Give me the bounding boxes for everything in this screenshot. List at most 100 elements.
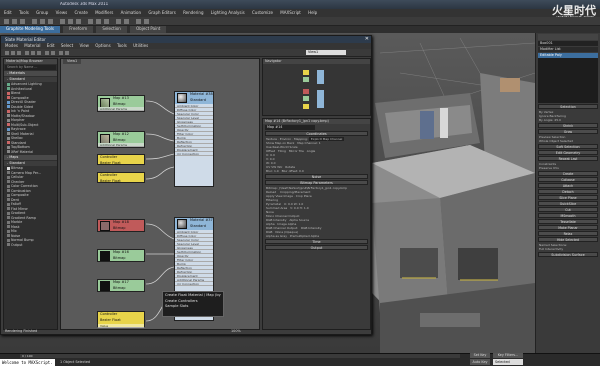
key-filters-button[interactable]: Key Filters... xyxy=(493,353,523,358)
menu-tools[interactable]: Tools xyxy=(19,10,29,15)
node-slot[interactable]: mr Connection xyxy=(175,282,213,286)
node-map-13[interactable]: Map #13 Bitmap Additional Params xyxy=(97,95,145,112)
slice-plane-button[interactable]: Slice Plane xyxy=(538,195,598,200)
node-thumbnail xyxy=(100,221,110,231)
browser-search-input[interactable]: Search by Name ... xyxy=(5,65,56,70)
rollout-time[interactable]: Time xyxy=(265,239,368,244)
menu-create[interactable]: Create xyxy=(75,10,88,15)
menu-views[interactable]: Views xyxy=(56,10,68,15)
cmd-row[interactable]: Full Interactivity xyxy=(539,247,597,251)
node-controller[interactable]: Controller Bezier Float Value xyxy=(97,311,145,328)
ribbon-tabs: Graphite Modeling Tools Freeform Selecti… xyxy=(0,26,600,33)
tab-freeform[interactable]: Freeform xyxy=(63,26,94,33)
relax-button[interactable]: Relax xyxy=(538,231,598,236)
toolbar-icons[interactable] xyxy=(0,17,330,26)
menu-sample-slots[interactable]: Sample Slots xyxy=(165,304,221,310)
node-map-18[interactable]: Map #18 Bitmap xyxy=(97,219,145,232)
browser-section-header[interactable]: - Materials xyxy=(4,71,57,76)
sme-menu-material[interactable]: Material xyxy=(24,43,40,48)
sme-menu-options[interactable]: Options xyxy=(95,43,110,48)
quickslice-button[interactable]: QuickSlice xyxy=(538,201,598,206)
cut-button[interactable]: Cut xyxy=(538,207,598,212)
sme-menu-select[interactable]: Select xyxy=(61,43,73,48)
cmd-row[interactable]: By Angle: 45.0 xyxy=(539,118,597,122)
browser-item[interactable]: XRef Material xyxy=(4,150,57,155)
auto-key-button[interactable]: Auto Key xyxy=(470,359,490,365)
make-planar-button[interactable]: Make Planar xyxy=(538,225,598,230)
shrink-button[interactable]: Shrink xyxy=(538,123,598,128)
repeat-last-button[interactable]: Repeat Last xyxy=(538,156,598,161)
rollout-subdivision-surface[interactable]: Subdivision Surface xyxy=(538,252,598,257)
menu-group[interactable]: Group xyxy=(36,10,48,15)
grow-button[interactable]: Grow xyxy=(538,129,598,134)
set-key-button[interactable]: Set Key xyxy=(470,353,490,358)
node-thumbnail xyxy=(100,281,110,291)
browser-item[interactable]: Output xyxy=(4,243,57,248)
menu-customize[interactable]: Customize xyxy=(252,10,273,15)
sme-menu-utilities[interactable]: Utilities xyxy=(133,43,148,48)
menu-modifiers[interactable]: Modifiers xyxy=(95,10,113,15)
sme-toolbar-icons[interactable] xyxy=(1,49,301,57)
menu-animation[interactable]: Animation xyxy=(121,10,141,15)
menu-graph-editors[interactable]: Graph Editors xyxy=(148,10,175,15)
close-icon[interactable]: ✕ xyxy=(365,36,369,42)
cmd-row[interactable]: Preserve UVs xyxy=(539,166,597,170)
frame-counter[interactable]: 0 / 100 xyxy=(22,354,33,358)
sme-menu-edit[interactable]: Edit xyxy=(47,43,55,48)
navigator-panel[interactable]: Navigator xyxy=(262,58,371,116)
sme-menu-modes[interactable]: Modes xyxy=(5,43,18,48)
tessellate-button[interactable]: Tessellate xyxy=(538,219,598,224)
node-type: Standard xyxy=(190,223,206,228)
tab-graphite[interactable]: Graphite Modeling Tools xyxy=(0,26,61,33)
node-map-12[interactable]: Map #12 Bitmap Additional Params xyxy=(97,131,145,148)
tab-object-paint[interactable]: Object Paint xyxy=(130,26,167,33)
view-dropdown[interactable]: View1 xyxy=(306,50,346,55)
rollout-coordinates[interactable]: Coordinates xyxy=(265,131,368,136)
sme-titlebar[interactable]: Slate Material Editor ✕ xyxy=(1,36,371,43)
collapse-button[interactable]: Collapse xyxy=(538,177,598,182)
rollout-edit-geometry[interactable]: Edit Geometry xyxy=(538,150,598,155)
menu-lighting-analysis[interactable]: Lighting Analysis xyxy=(211,10,245,15)
command-panel: Box001 Modifier List Editable Poly Selec… xyxy=(535,33,600,353)
modifier-stack[interactable]: Editable Poly xyxy=(538,53,598,103)
node-map-17[interactable]: Map #17 Bitmap xyxy=(97,279,145,292)
hide-selected-button[interactable]: Hide Selected xyxy=(538,237,598,242)
browser-section-header[interactable]: - Maps xyxy=(4,155,57,160)
node-controller[interactable]: Controller Bezier Float xyxy=(97,172,145,183)
menu-edit[interactable]: Edit xyxy=(4,10,12,15)
object-name[interactable]: Box001 xyxy=(538,41,598,46)
menu-create-material-map[interactable]: Create Float Material / Map (by Name) xyxy=(165,293,221,299)
selected-dropdown[interactable]: Selected xyxy=(493,359,523,365)
node-controller[interactable]: Controller Bezier Float xyxy=(97,154,145,165)
maxscript-listener[interactable]: Welcome to MAXScript. xyxy=(0,359,55,366)
coord-row[interactable]: Blur: 1.0 Blur offset: 0.0 xyxy=(266,169,367,173)
material-preview xyxy=(177,219,187,229)
create-button[interactable]: Create xyxy=(538,171,598,176)
rollout-selection[interactable]: Selection xyxy=(538,104,598,109)
sme-menu-tools[interactable]: Tools xyxy=(117,43,127,48)
attach-button[interactable]: Attach xyxy=(538,183,598,188)
menu-help[interactable]: Help xyxy=(308,10,317,15)
detach-button[interactable]: Detach xyxy=(538,189,598,194)
rollout-noise[interactable]: Noise xyxy=(265,174,368,179)
node-type: Bezier Float xyxy=(100,160,121,165)
menu-maxscript[interactable]: MAXScript xyxy=(280,10,301,15)
cmd-tabs[interactable] xyxy=(538,34,598,40)
map-name-field[interactable]: Map #14 xyxy=(265,125,315,130)
menu-rendering[interactable]: Rendering xyxy=(183,10,203,15)
bitmap-row[interactable]: Alpha as Gray Premultiplied Alpha xyxy=(266,234,367,238)
node-graph-view[interactable]: View1 Map #13 Bitmap Additional Params M… xyxy=(60,58,260,330)
stack-item-editable-poly[interactable]: Editable Poly xyxy=(538,53,598,58)
node-map-16[interactable]: Map #16 Bitmap xyxy=(97,249,145,262)
timeline[interactable] xyxy=(20,354,460,358)
node-slot[interactable]: mr Connection xyxy=(175,152,213,156)
main-toolbar xyxy=(0,17,600,26)
rollout-soft-selection[interactable]: Soft Selection xyxy=(538,144,598,149)
rollout-bitmap-parameters[interactable]: Bitmap Parameters xyxy=(265,180,368,185)
msmooth-button[interactable]: MSmooth xyxy=(538,213,598,218)
sme-menu-view[interactable]: View xyxy=(79,43,89,48)
tab-selection[interactable]: Selection xyxy=(96,26,127,33)
node-material-38[interactable]: Material #38 Standard Ambient Color Diff… xyxy=(174,91,214,187)
modifier-list[interactable]: Modifier List xyxy=(538,47,598,52)
rollout-output[interactable]: Output xyxy=(265,245,368,250)
